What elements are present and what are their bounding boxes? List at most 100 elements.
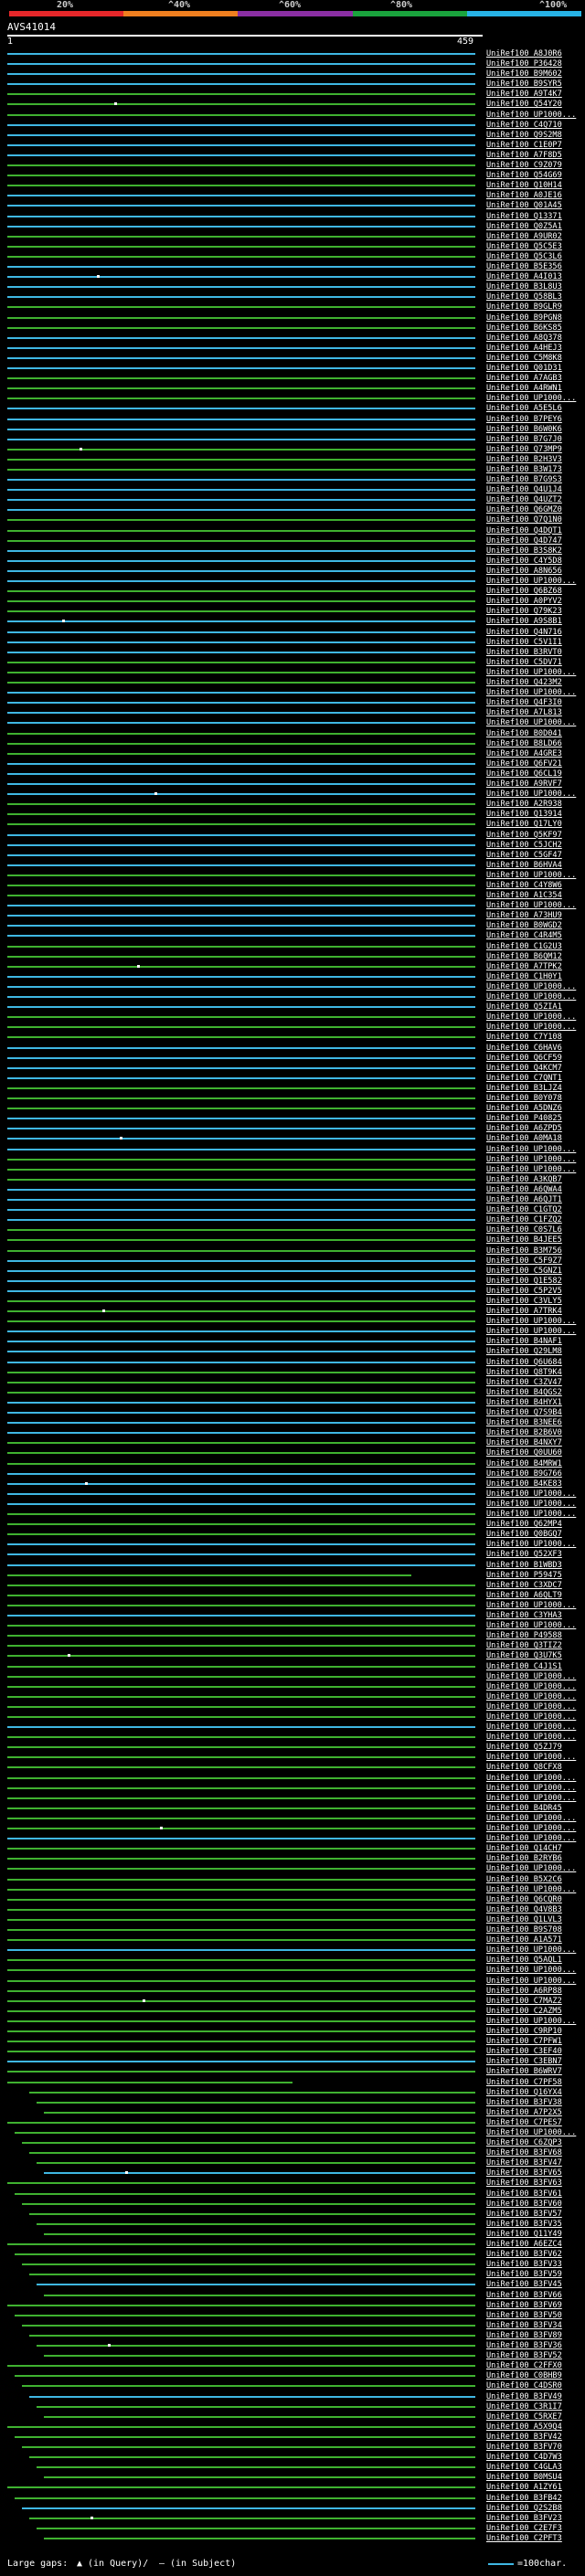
hit-link[interactable]: UniRef100_B0WGD2 (486, 921, 562, 930)
hit-link[interactable]: UniRef100_Q62MP4 (486, 1520, 562, 1529)
hit-link[interactable]: UniRef100_P36428 (486, 59, 562, 69)
hit-link[interactable]: UniRef100_UP1000... (486, 1966, 576, 1975)
hit-link[interactable]: UniRef100_A8J0R6 (486, 49, 562, 58)
hit-link[interactable]: UniRef100_C3VLY5 (486, 1297, 562, 1306)
hit-link[interactable]: UniRef100_Q423M2 (486, 678, 562, 687)
hit-link[interactable]: UniRef100_UP1000... (486, 790, 576, 799)
hit-link[interactable]: UniRef100_B3FV45 (486, 2280, 562, 2289)
hit-link[interactable]: UniRef100_B3FV70 (486, 2443, 562, 2452)
hit-link[interactable]: UniRef100_B9SYR5 (486, 80, 562, 89)
hit-link[interactable]: UniRef100_B3FV62 (486, 2250, 562, 2259)
hit-link[interactable]: UniRef100_B8LD66 (486, 739, 562, 748)
hit-link[interactable]: UniRef100_A6QWA4 (486, 1185, 562, 1194)
hit-link[interactable]: UniRef100_B3FV69 (486, 2301, 562, 2310)
hit-link[interactable]: UniRef100_B4NXY7 (486, 1438, 562, 1447)
hit-link[interactable]: UniRef100_B3FV33 (486, 2260, 562, 2269)
hit-link[interactable]: UniRef100_B3FV49 (486, 2392, 562, 2401)
hit-link[interactable]: UniRef100_UP1000... (486, 1774, 576, 1783)
hit-link[interactable]: UniRef100_C2PFT3 (486, 2534, 562, 2543)
hit-link[interactable]: UniRef100_UP1000... (486, 1317, 576, 1326)
hit-link[interactable]: UniRef100_UP1000... (486, 1500, 576, 1509)
hit-link[interactable]: UniRef100_UP1000... (486, 1601, 576, 1610)
hit-link[interactable]: UniRef100_Q5ZIA1 (486, 1002, 562, 1012)
hit-link[interactable]: UniRef100_Q11Y49 (486, 2230, 562, 2239)
hit-link[interactable]: UniRef100_Q3TIZ2 (486, 1641, 562, 1650)
hit-link[interactable]: UniRef100_B0D041 (486, 729, 562, 738)
hit-link[interactable]: UniRef100_UP1000... (486, 1885, 576, 1894)
hit-link[interactable]: UniRef100_C3R1I7 (486, 2402, 562, 2412)
hit-link[interactable]: UniRef100_B3L8U3 (486, 282, 562, 292)
hit-link[interactable]: UniRef100_UP1000... (486, 1692, 576, 1701)
hit-link[interactable]: UniRef100_Q8T9K4 (486, 1368, 562, 1377)
hit-link[interactable]: UniRef100_B2B6V0 (486, 1428, 562, 1437)
hit-link[interactable]: UniRef100_A7P2X5 (486, 2108, 562, 2117)
hit-link[interactable]: UniRef100_B3W173 (486, 465, 562, 474)
hit-link[interactable]: UniRef100_Q8CFX8 (486, 1763, 562, 1772)
hit-link[interactable]: UniRef100_C7PES7 (486, 2118, 562, 2127)
hit-link[interactable]: UniRef100_A3KQB7 (486, 1175, 562, 1184)
hit-link[interactable]: UniRef100_C0S7L6 (486, 1225, 562, 1235)
hit-link[interactable]: UniRef100_C4R4M5 (486, 931, 562, 940)
hit-link[interactable]: UniRef100_C7QNT1 (486, 1074, 562, 1083)
hit-link[interactable]: UniRef100_A9T4K7 (486, 90, 562, 99)
hit-link[interactable]: UniRef100_UP1000... (486, 1540, 576, 1549)
hit-link[interactable]: UniRef100_UP1000... (486, 718, 576, 727)
hit-link[interactable]: UniRef100_C7PFW1 (486, 2037, 562, 2046)
hit-link[interactable]: UniRef100_C3XDC7 (486, 1581, 562, 1590)
hit-link[interactable]: UniRef100_B7G9S3 (486, 475, 562, 484)
hit-link[interactable]: UniRef100_Q79K23 (486, 607, 562, 616)
hit-link[interactable]: UniRef100_B9M602 (486, 69, 562, 79)
hit-link[interactable]: UniRef100_Q6BZ68 (486, 587, 562, 596)
hit-link[interactable]: UniRef100_Q13371 (486, 212, 562, 221)
hit-link[interactable]: UniRef100_C7PF58 (486, 2078, 562, 2087)
hit-link[interactable]: UniRef100_UP1000... (486, 1712, 576, 1722)
hit-link[interactable]: UniRef100_C3ZV47 (486, 1378, 562, 1387)
hit-link[interactable]: UniRef100_B6HVA4 (486, 861, 562, 870)
hit-link[interactable]: UniRef100_Q9S2M8 (486, 131, 562, 140)
hit-link[interactable]: UniRef100_Q58BL3 (486, 292, 562, 302)
hit-link[interactable]: UniRef100_B3RVT0 (486, 648, 562, 657)
hit-link[interactable]: UniRef100_UP1000... (486, 394, 576, 403)
hit-link[interactable]: UniRef100_B4KE83 (486, 1479, 562, 1489)
hit-link[interactable]: UniRef100_A4HEJ3 (486, 344, 562, 353)
hit-link[interactable]: UniRef100_C2FFX0 (486, 2361, 562, 2370)
hit-link[interactable]: UniRef100_UP1000... (486, 1023, 576, 1032)
hit-link[interactable]: UniRef100_B3FV89 (486, 2331, 562, 2340)
hit-link[interactable]: UniRef100_A9UR02 (486, 232, 562, 241)
hit-link[interactable]: UniRef100_A73HU9 (486, 911, 562, 920)
hit-link[interactable]: UniRef100_B3FV60 (486, 2200, 562, 2209)
hit-link[interactable]: UniRef100_C5RXE7 (486, 2412, 562, 2422)
hit-link[interactable]: UniRef100_C2AZM5 (486, 2007, 562, 2016)
hit-link[interactable]: UniRef100_Q4V8B3 (486, 1905, 562, 1914)
hit-link[interactable]: UniRef100_Q6CL19 (486, 769, 562, 779)
hit-link[interactable]: UniRef100_A5DNZ6 (486, 1104, 562, 1113)
hit-link[interactable]: UniRef100_UP1000... (486, 668, 576, 677)
hit-link[interactable]: UniRef100_B0Y078 (486, 1094, 562, 1103)
hit-link[interactable]: UniRef100_B3LJZ4 (486, 1084, 562, 1093)
hit-link[interactable]: UniRef100_C2E7F3 (486, 2524, 562, 2533)
hit-link[interactable]: UniRef100_Q1E582 (486, 1277, 562, 1286)
hit-link[interactable]: UniRef100_B4NAF1 (486, 1337, 562, 1346)
hit-link[interactable]: UniRef100_UP1000... (486, 1510, 576, 1519)
hit-link[interactable]: UniRef100_C1FZQ2 (486, 1215, 562, 1224)
hit-link[interactable]: UniRef100_Q4UZT2 (486, 495, 562, 504)
hit-link[interactable]: UniRef100_C7Y108 (486, 1033, 562, 1042)
hit-link[interactable]: UniRef100_C5GF47 (486, 851, 562, 860)
hit-link[interactable]: UniRef100_UP1000... (486, 577, 576, 586)
hit-link[interactable]: UniRef100_A9RVF7 (486, 779, 562, 789)
hit-link[interactable]: UniRef100_C4GLA3 (486, 2463, 562, 2472)
hit-link[interactable]: UniRef100_C1GTQ2 (486, 1205, 562, 1214)
hit-link[interactable]: UniRef100_C1H0Y1 (486, 972, 562, 981)
hit-link[interactable]: UniRef100_UP1000... (486, 1814, 576, 1823)
hit-link[interactable]: UniRef100_B7G7J0 (486, 435, 562, 444)
hit-link[interactable]: UniRef100_UP1000... (486, 1864, 576, 1873)
hit-link[interactable]: UniRef100_Q2S2B8 (486, 2504, 562, 2513)
hit-link[interactable]: UniRef100_A0JE16 (486, 191, 562, 200)
hit-link[interactable]: UniRef100_B4DR45 (486, 1804, 562, 1813)
hit-link[interactable]: UniRef100_A6QLT9 (486, 1591, 562, 1600)
hit-link[interactable]: UniRef100_Q54G69 (486, 171, 562, 180)
hit-link[interactable]: UniRef100_UP1000... (486, 688, 576, 697)
hit-link[interactable]: UniRef100_Q7Q1N0 (486, 515, 562, 525)
hit-link[interactable]: UniRef100_C7MAZ2 (486, 1997, 562, 2006)
hit-link[interactable]: UniRef100_Q6CQR0 (486, 1895, 562, 1904)
